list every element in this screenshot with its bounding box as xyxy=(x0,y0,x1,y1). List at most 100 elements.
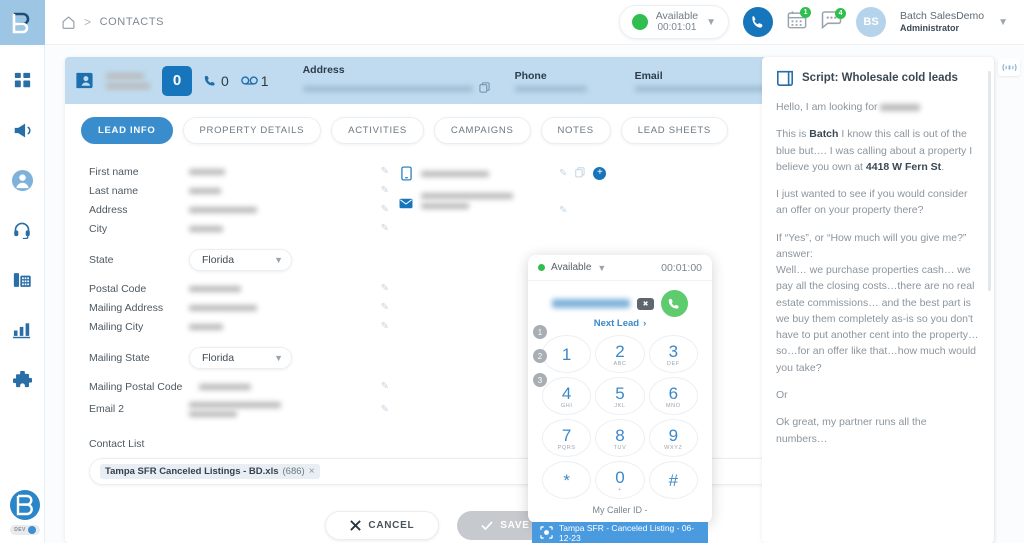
chevron-down-icon[interactable]: ▼ xyxy=(597,263,606,273)
copy-phone-icon[interactable] xyxy=(575,165,585,183)
dev-badge-label: DEV xyxy=(14,527,25,533)
contact-list-chip[interactable]: Tampa SFR Canceled Listings - BD.xls (68… xyxy=(100,464,320,479)
field-value-redacted[interactable] xyxy=(189,402,381,417)
tab-activities[interactable]: ACTIVITIES xyxy=(331,117,424,144)
edit-pencil-icon[interactable]: ✎ xyxy=(381,381,389,392)
edit-pencil-icon[interactable]: ✎ xyxy=(559,168,567,179)
line-indicator-1[interactable]: 1 xyxy=(533,325,547,339)
tab-notes[interactable]: NOTES xyxy=(541,117,611,144)
dialer-line-indicators: 1 2 3 xyxy=(533,325,547,387)
messages-button[interactable]: 4 xyxy=(821,11,842,34)
connection-status-icon[interactable] xyxy=(998,58,1020,76)
field-value-redacted[interactable] xyxy=(189,169,381,175)
status-dot xyxy=(632,14,648,30)
call-button[interactable] xyxy=(743,7,773,37)
script-scrollbar[interactable] xyxy=(988,71,991,291)
calendar-button[interactable]: 1 xyxy=(787,10,807,34)
backspace-icon[interactable]: ✖ xyxy=(637,298,654,310)
next-lead-label: Next Lead xyxy=(594,318,639,329)
field-value-redacted[interactable] xyxy=(189,226,381,232)
field-value-redacted[interactable] xyxy=(189,324,381,330)
state-select[interactable]: Florida ▼ xyxy=(189,249,292,271)
edit-pencil-icon[interactable]: ✎ xyxy=(381,283,389,294)
key-letters: GHI xyxy=(561,403,573,409)
edit-pencil-icon[interactable]: ✎ xyxy=(381,302,389,313)
batch-round-logo-icon[interactable] xyxy=(8,488,42,522)
line-indicator-2[interactable]: 2 xyxy=(533,349,547,363)
sidebar-item-reports[interactable] xyxy=(7,315,37,345)
dialpad-key-hash[interactable]: # xyxy=(649,461,698,499)
script-text: . xyxy=(941,161,944,173)
dialpad-key-star[interactable]: * xyxy=(542,461,591,499)
dialpad-key-7[interactable]: 7PQRS xyxy=(542,419,591,457)
key-digit: 3 xyxy=(669,342,678,362)
dialpad-key-8[interactable]: 8TUV xyxy=(595,419,644,457)
field-label: Email 2 xyxy=(89,403,189,415)
voicemail-count-value: 1 xyxy=(261,73,269,89)
line-indicator-3[interactable]: 3 xyxy=(533,373,547,387)
grid-icon xyxy=(14,72,31,89)
dialpad-key-0[interactable]: 0+ xyxy=(595,461,644,499)
edit-pencil-icon[interactable]: ✎ xyxy=(381,166,389,177)
tab-campaigns[interactable]: CAMPAIGNS xyxy=(434,117,531,144)
edit-pencil-icon[interactable]: ✎ xyxy=(559,205,567,216)
edit-pencil-icon[interactable]: ✎ xyxy=(381,185,389,196)
dialpad-key-6[interactable]: 6MNO xyxy=(649,377,698,415)
edit-pencil-icon[interactable]: ✎ xyxy=(381,321,389,332)
field-value-redacted[interactable] xyxy=(189,286,381,292)
next-lead-button[interactable]: Next Lead › xyxy=(528,318,712,335)
tab-lead-info[interactable]: LEAD INFO xyxy=(81,117,173,144)
cancel-button[interactable]: CANCEL xyxy=(325,511,439,540)
script-text: Hello, I am looking for xyxy=(776,101,880,113)
sidebar-item-support[interactable] xyxy=(7,215,37,245)
app-logo[interactable] xyxy=(0,0,45,45)
field-label: Mailing State xyxy=(89,352,189,364)
chevron-down-icon[interactable]: ▼ xyxy=(706,17,716,28)
script-paragraph-3: I just wanted to see if you would consid… xyxy=(776,186,980,219)
remove-chip-icon[interactable]: × xyxy=(309,466,315,477)
status-timer: 00:01:01 xyxy=(656,22,698,34)
field-value-redacted[interactable] xyxy=(189,207,381,213)
caller-id-label[interactable]: My Caller ID - xyxy=(528,499,712,515)
app-window: DEV > CONTACTS Available 00:01:01 ▼ xyxy=(0,0,1024,543)
field-value-redacted[interactable] xyxy=(199,384,381,390)
dialpad-key-9[interactable]: 9WXYZ xyxy=(649,419,698,457)
sidebar-item-contacts[interactable] xyxy=(7,165,37,195)
dialpad-key-2[interactable]: 2ABC xyxy=(595,335,644,373)
sidebar-item-integrations[interactable] xyxy=(7,365,37,395)
dialpad-key-3[interactable]: 3DEF xyxy=(649,335,698,373)
field-value-redacted[interactable] xyxy=(189,188,381,194)
sidebar-item-campaigns[interactable] xyxy=(7,115,37,145)
user-menu-chevron-down-icon[interactable]: ▼ xyxy=(998,17,1008,28)
dialpad-key-5[interactable]: 5JKL xyxy=(595,377,644,415)
dialer-call-button[interactable] xyxy=(661,290,688,317)
active-campaign-bar[interactable]: Tampa SFR - Canceled Listing - 06-12-23 xyxy=(532,522,708,543)
top-bar-right: Available 00:01:01 ▼ 1 xyxy=(619,5,1008,39)
key-digit: 5 xyxy=(615,384,624,404)
sidebar-footer: DEV xyxy=(8,488,42,535)
breadcrumb-label[interactable]: CONTACTS xyxy=(100,16,164,28)
edit-pencil-icon[interactable]: ✎ xyxy=(381,204,389,215)
sidebar-item-dialer[interactable] xyxy=(7,265,37,295)
copy-address-icon[interactable] xyxy=(479,80,490,98)
availability-status-pill[interactable]: Available 00:01:01 ▼ xyxy=(619,5,729,39)
dialpad-key-1[interactable]: 1 xyxy=(542,335,591,373)
add-phone-button[interactable]: + xyxy=(593,167,606,180)
tab-property-details[interactable]: PROPERTY DETAILS xyxy=(183,117,322,144)
tab-lead-sheets[interactable]: LEAD SHEETS xyxy=(621,117,728,144)
home-icon[interactable] xyxy=(61,15,76,30)
field-label: Mailing Address xyxy=(89,302,189,314)
bar-chart-icon xyxy=(13,322,31,339)
sidebar-item-dashboard[interactable] xyxy=(7,65,37,95)
field-postal-code: Postal Code ✎ xyxy=(89,279,389,298)
field-value-redacted[interactable] xyxy=(189,305,381,311)
edit-pencil-icon[interactable]: ✎ xyxy=(381,223,389,234)
avatar[interactable]: BS xyxy=(856,7,886,37)
mobile-phone-icon xyxy=(399,166,413,181)
batch-logo-icon xyxy=(10,11,34,35)
edit-pencil-icon[interactable]: ✎ xyxy=(381,404,389,415)
mailing-state-select[interactable]: Florida ▼ xyxy=(189,347,292,369)
email-values-redacted xyxy=(421,193,513,209)
dialpad-key-4[interactable]: 4GHI xyxy=(542,377,591,415)
script-paragraph-6: Ok great, my partner runs all the number… xyxy=(776,414,980,447)
